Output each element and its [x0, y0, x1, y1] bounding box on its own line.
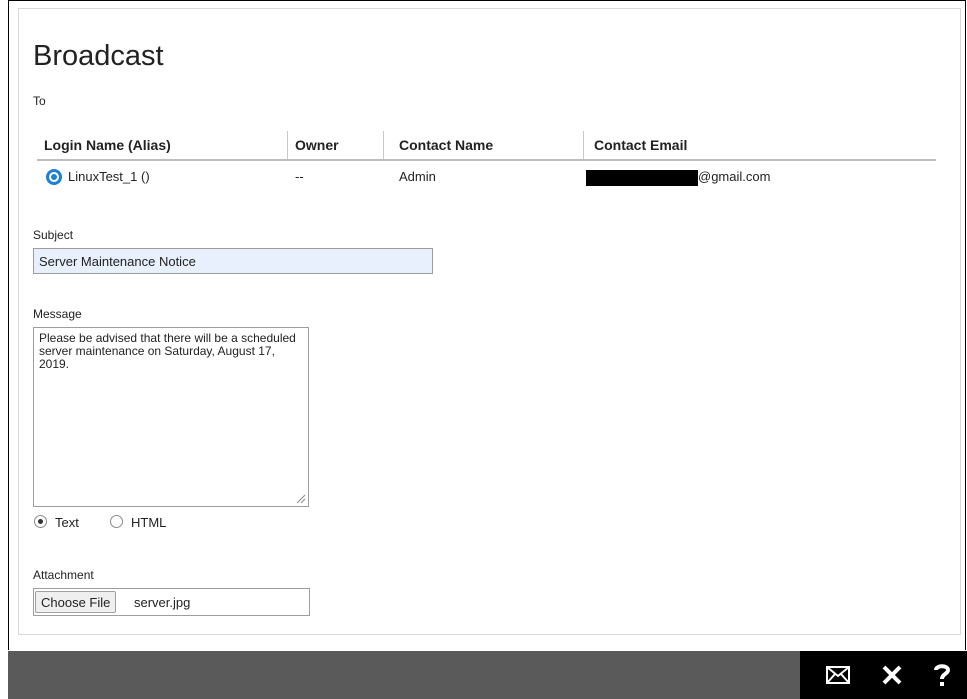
close-icon[interactable]: [878, 661, 906, 689]
subject-input[interactable]: [33, 248, 433, 274]
broadcast-panel: [18, 8, 961, 635]
resize-grip-icon[interactable]: [296, 494, 306, 504]
format-label-html: HTML: [131, 515, 167, 530]
cell-login: LinuxTest_1 (): [68, 169, 150, 184]
column-divider: [383, 131, 384, 159]
attachment-file-input[interactable]: Choose File server.jpg: [33, 588, 310, 616]
attachment-file-name: server.jpg: [134, 595, 191, 610]
redacted-email-block: [586, 170, 698, 186]
column-divider: [583, 131, 584, 159]
attachment-label: Attachment: [33, 568, 94, 582]
recipients-table: Login Name (Alias) Owner Contact Name Co…: [37, 131, 936, 191]
to-label: To: [33, 94, 46, 108]
format-radio-text[interactable]: [34, 515, 47, 528]
message-label: Message: [33, 307, 82, 321]
page-title: Broadcast: [33, 40, 164, 72]
cell-contact-email-suffix: @gmail.com: [698, 169, 771, 184]
mail-icon[interactable]: [824, 661, 852, 689]
column-header-contact-name[interactable]: Contact Name: [399, 137, 493, 153]
column-header-contact-email[interactable]: Contact Email: [594, 137, 687, 153]
recipient-radio-selected[interactable]: [46, 169, 62, 185]
help-icon[interactable]: [928, 661, 956, 689]
table-row[interactable]: LinuxTest_1 () -- Admin @gmail.com: [37, 161, 936, 191]
cell-contact-name: Admin: [399, 169, 436, 184]
message-textarea[interactable]: Please be advised that there will be a s…: [33, 327, 309, 507]
column-header-owner[interactable]: Owner: [295, 137, 339, 153]
format-label-text: Text: [55, 515, 79, 530]
column-divider: [287, 131, 288, 159]
cell-owner: --: [295, 169, 304, 184]
subject-label: Subject: [33, 228, 74, 242]
format-radio-html[interactable]: [110, 515, 123, 528]
footer-actions: [800, 651, 967, 699]
footer-bar: [8, 651, 967, 699]
column-header-login[interactable]: Login Name (Alias): [44, 137, 171, 153]
choose-file-button[interactable]: Choose File: [35, 591, 117, 613]
table-header: Login Name (Alias) Owner Contact Name Co…: [37, 131, 936, 161]
